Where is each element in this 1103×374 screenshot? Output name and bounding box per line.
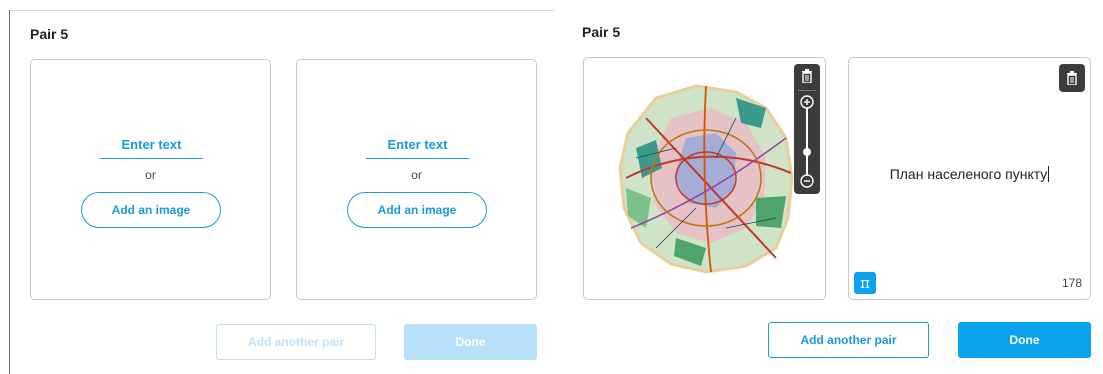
or-label: or [145,168,156,182]
pair-title: Pair 5 [30,26,69,42]
image-toolbar [794,64,820,194]
or-label: or [411,168,422,182]
pair-text-value: План населеного пункту [889,166,1048,182]
panel-left-border [9,10,10,374]
add-another-pair-button[interactable]: Add another pair [768,322,929,358]
add-image-button[interactable]: Add an image [81,192,221,228]
zoom-slider-track[interactable] [806,108,808,176]
zoom-out-icon[interactable] [794,174,820,193]
pair-card-right: Enter text or Add an image [296,59,537,300]
text-card: План населеного пункту π 178 [848,57,1091,300]
text-caret [1048,166,1050,182]
trash-icon[interactable] [794,69,820,88]
pair-title: Pair 5 [582,24,621,40]
pair-card-left: Enter text or Add an image [30,59,271,300]
panel-top-border [9,10,554,11]
add-image-button[interactable]: Add an image [347,192,487,228]
done-button[interactable]: Done [404,324,537,360]
pair-text-input[interactable]: План населеного пункту [849,166,1090,182]
trash-icon[interactable] [1059,64,1085,92]
enter-text-link[interactable]: Enter text [100,136,203,159]
toolbar-divider [798,90,816,91]
character-counter: 178 [1061,276,1082,290]
zoom-slider-handle[interactable] [803,148,811,156]
city-map-image [618,84,794,274]
enter-text-link[interactable]: Enter text [366,136,469,159]
math-input-button[interactable]: π [854,272,876,294]
add-another-pair-button[interactable]: Add another pair [216,324,376,360]
image-card [583,57,826,300]
done-button[interactable]: Done [958,322,1091,358]
